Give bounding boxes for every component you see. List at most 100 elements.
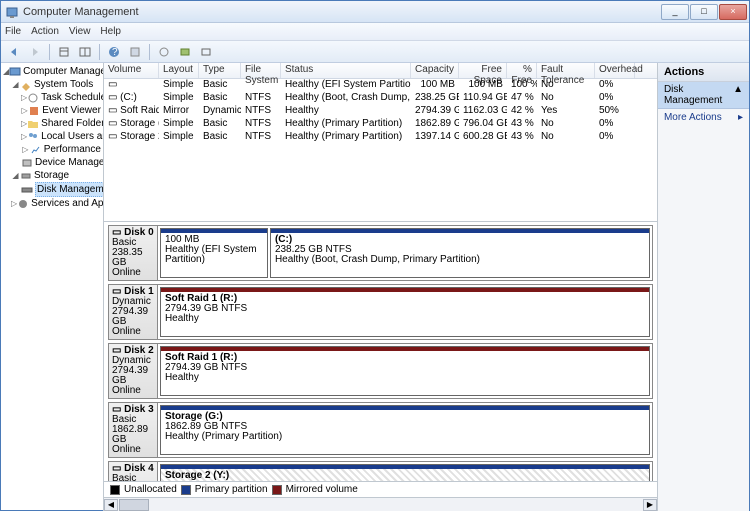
tree-local-users[interactable]: Local Users and Groups bbox=[41, 130, 104, 143]
tree-device-manager[interactable]: Device Manager bbox=[35, 156, 104, 169]
toolbar-icon[interactable] bbox=[155, 43, 173, 61]
toolbar-icon[interactable] bbox=[176, 43, 194, 61]
horizontal-scrollbar[interactable]: ◀ ▶ bbox=[104, 497, 657, 511]
disk-partitions: Storage (G:)1862.89 GB NTFSHealthy (Prim… bbox=[158, 402, 653, 458]
storage-icon bbox=[20, 170, 32, 182]
col-fault[interactable]: Fault Tolerance bbox=[537, 63, 595, 78]
col-overhead[interactable]: Overhead bbox=[595, 63, 635, 78]
chevron-up-icon: ▲ bbox=[733, 84, 743, 106]
tools-icon bbox=[20, 79, 32, 91]
scroll-thumb[interactable] bbox=[119, 499, 149, 511]
navigation-tree[interactable]: ◢Computer Management (Local ◢System Tool… bbox=[1, 63, 104, 511]
volume-row[interactable]: ▭ (C:)SimpleBasicNTFSHealthy (Boot, Cras… bbox=[104, 92, 657, 105]
partition[interactable]: Storage 2 (Y:)1397.14 GB NTFSHealthy (Pr… bbox=[160, 464, 650, 481]
toolbar-icon[interactable] bbox=[76, 43, 94, 61]
col-pctfree[interactable]: % Free bbox=[507, 63, 537, 78]
scheduler-icon bbox=[27, 92, 39, 104]
tree-system-tools[interactable]: System Tools bbox=[34, 78, 93, 91]
col-layout[interactable]: Layout bbox=[159, 63, 199, 78]
folder-icon bbox=[27, 118, 39, 130]
volume-row[interactable]: ▭ Soft Raid 1 (R:)MirrorDynamicNTFSHealt… bbox=[104, 105, 657, 118]
back-button[interactable] bbox=[5, 43, 23, 61]
computer-icon bbox=[9, 66, 21, 78]
disk-map[interactable]: ▭ Disk 0Basic238.35 GBOnline100 MBHealth… bbox=[104, 221, 657, 481]
tree-shared-folders[interactable]: Shared Folders bbox=[41, 117, 104, 130]
event-icon bbox=[28, 105, 40, 117]
disk-row[interactable]: ▭ Disk 2Dynamic2794.39 GBOnlineSoft Raid… bbox=[108, 343, 653, 399]
toolbar-icon[interactable] bbox=[126, 43, 144, 61]
col-type[interactable]: Type bbox=[199, 63, 241, 78]
device-icon bbox=[21, 157, 33, 169]
toolbar: ? bbox=[1, 41, 749, 63]
legend-primary: Primary partition bbox=[195, 484, 268, 495]
legend-swatch-primary bbox=[181, 485, 191, 495]
tree-disk-management[interactable]: Disk Management bbox=[35, 182, 104, 197]
disk-info[interactable]: ▭ Disk 1Dynamic2794.39 GBOnline bbox=[108, 284, 158, 340]
legend: Unallocated Primary partition Mirrored v… bbox=[104, 481, 657, 497]
services-icon bbox=[17, 198, 29, 210]
chevron-right-icon: ▸ bbox=[738, 112, 743, 123]
col-volume[interactable]: Volume bbox=[104, 63, 159, 78]
col-freespace[interactable]: Free Space bbox=[459, 63, 507, 78]
volume-list-header[interactable]: Volume Layout Type File System Status Ca… bbox=[104, 63, 657, 79]
disk-partitions: Soft Raid 1 (R:)2794.39 GB NTFSHealthy bbox=[158, 343, 653, 399]
disk-partitions: 100 MBHealthy (EFI System Partition)(C:)… bbox=[158, 225, 653, 281]
disk-row[interactable]: ▭ Disk 3Basic1862.89 GBOnlineStorage (G:… bbox=[108, 402, 653, 458]
partition[interactable]: Storage (G:)1862.89 GB NTFSHealthy (Prim… bbox=[160, 405, 650, 455]
disk-info[interactable]: ▭ Disk 0Basic238.35 GBOnline bbox=[108, 225, 158, 281]
disk-row[interactable]: ▭ Disk 4Basic1397.14 GBOnlineStorage 2 (… bbox=[108, 461, 653, 481]
svg-text:?: ? bbox=[112, 47, 118, 58]
menu-file[interactable]: File bbox=[5, 26, 21, 37]
volume-row[interactable]: ▭ Storage (G:)SimpleBasicNTFSHealthy (Pr… bbox=[104, 118, 657, 131]
menu-help[interactable]: Help bbox=[100, 26, 121, 37]
volume-row[interactable]: ▭ Storage 2 (Y:)SimpleBasicNTFSHealthy (… bbox=[104, 131, 657, 144]
tree-services[interactable]: Services and Applications bbox=[31, 197, 104, 210]
disk-icon bbox=[21, 184, 33, 196]
partition[interactable]: Soft Raid 1 (R:)2794.39 GB NTFSHealthy bbox=[160, 346, 650, 396]
scroll-right-button[interactable]: ▶ bbox=[643, 499, 657, 511]
col-status[interactable]: Status bbox=[281, 63, 411, 78]
forward-button[interactable] bbox=[26, 43, 44, 61]
tree-root[interactable]: Computer Management (Local bbox=[23, 65, 104, 78]
legend-unallocated: Unallocated bbox=[124, 484, 177, 495]
volume-row[interactable]: ▭ SimpleBasicHealthy (EFI System Partiti… bbox=[104, 79, 657, 92]
tree-event-viewer[interactable]: Event Viewer bbox=[42, 104, 101, 117]
app-icon bbox=[5, 5, 19, 19]
toolbar-icon[interactable] bbox=[55, 43, 73, 61]
tree-task-scheduler[interactable]: Task Scheduler bbox=[41, 91, 104, 104]
actions-pane: Actions Disk Management▲ More Actions▸ bbox=[658, 63, 749, 511]
legend-mirror: Mirrored volume bbox=[286, 484, 358, 495]
maximize-button[interactable]: □ bbox=[690, 4, 718, 20]
volume-list[interactable]: Volume Layout Type File System Status Ca… bbox=[104, 63, 657, 221]
partition[interactable]: Soft Raid 1 (R:)2794.39 GB NTFSHealthy bbox=[160, 287, 650, 337]
actions-header: Actions bbox=[658, 63, 749, 82]
disk-row[interactable]: ▭ Disk 0Basic238.35 GBOnline100 MBHealth… bbox=[108, 225, 653, 281]
title-bar: Computer Management _ □ × bbox=[1, 1, 749, 23]
disk-info[interactable]: ▭ Disk 3Basic1862.89 GBOnline bbox=[108, 402, 158, 458]
toolbar-icon[interactable] bbox=[197, 43, 215, 61]
help-button[interactable]: ? bbox=[105, 43, 123, 61]
users-icon bbox=[27, 131, 39, 143]
minimize-button[interactable]: _ bbox=[661, 4, 689, 20]
menu-action[interactable]: Action bbox=[31, 26, 59, 37]
partition[interactable]: 100 MBHealthy (EFI System Partition) bbox=[160, 228, 268, 278]
disk-info[interactable]: ▭ Disk 4Basic1397.14 GBOnline bbox=[108, 461, 158, 481]
disk-info[interactable]: ▭ Disk 2Dynamic2794.39 GBOnline bbox=[108, 343, 158, 399]
legend-swatch-mirror bbox=[272, 485, 282, 495]
menu-view[interactable]: View bbox=[69, 26, 91, 37]
actions-more[interactable]: More Actions▸ bbox=[658, 109, 749, 126]
partition[interactable]: (C:)238.25 GB NTFSHealthy (Boot, Crash D… bbox=[270, 228, 650, 278]
scroll-left-button[interactable]: ◀ bbox=[104, 499, 118, 511]
col-filesystem[interactable]: File System bbox=[241, 63, 281, 78]
col-capacity[interactable]: Capacity bbox=[411, 63, 459, 78]
legend-swatch-unallocated bbox=[110, 485, 120, 495]
actions-selection[interactable]: Disk Management▲ bbox=[658, 82, 749, 109]
menu-bar: File Action View Help bbox=[1, 23, 749, 41]
tree-performance[interactable]: Performance bbox=[44, 143, 101, 156]
tree-storage[interactable]: Storage bbox=[34, 169, 69, 182]
disk-partitions: Storage 2 (Y:)1397.14 GB NTFSHealthy (Pr… bbox=[158, 461, 653, 481]
disk-row[interactable]: ▭ Disk 1Dynamic2794.39 GBOnlineSoft Raid… bbox=[108, 284, 653, 340]
close-button[interactable]: × bbox=[719, 4, 747, 20]
performance-icon bbox=[30, 144, 42, 156]
disk-partitions: Soft Raid 1 (R:)2794.39 GB NTFSHealthy bbox=[158, 284, 653, 340]
